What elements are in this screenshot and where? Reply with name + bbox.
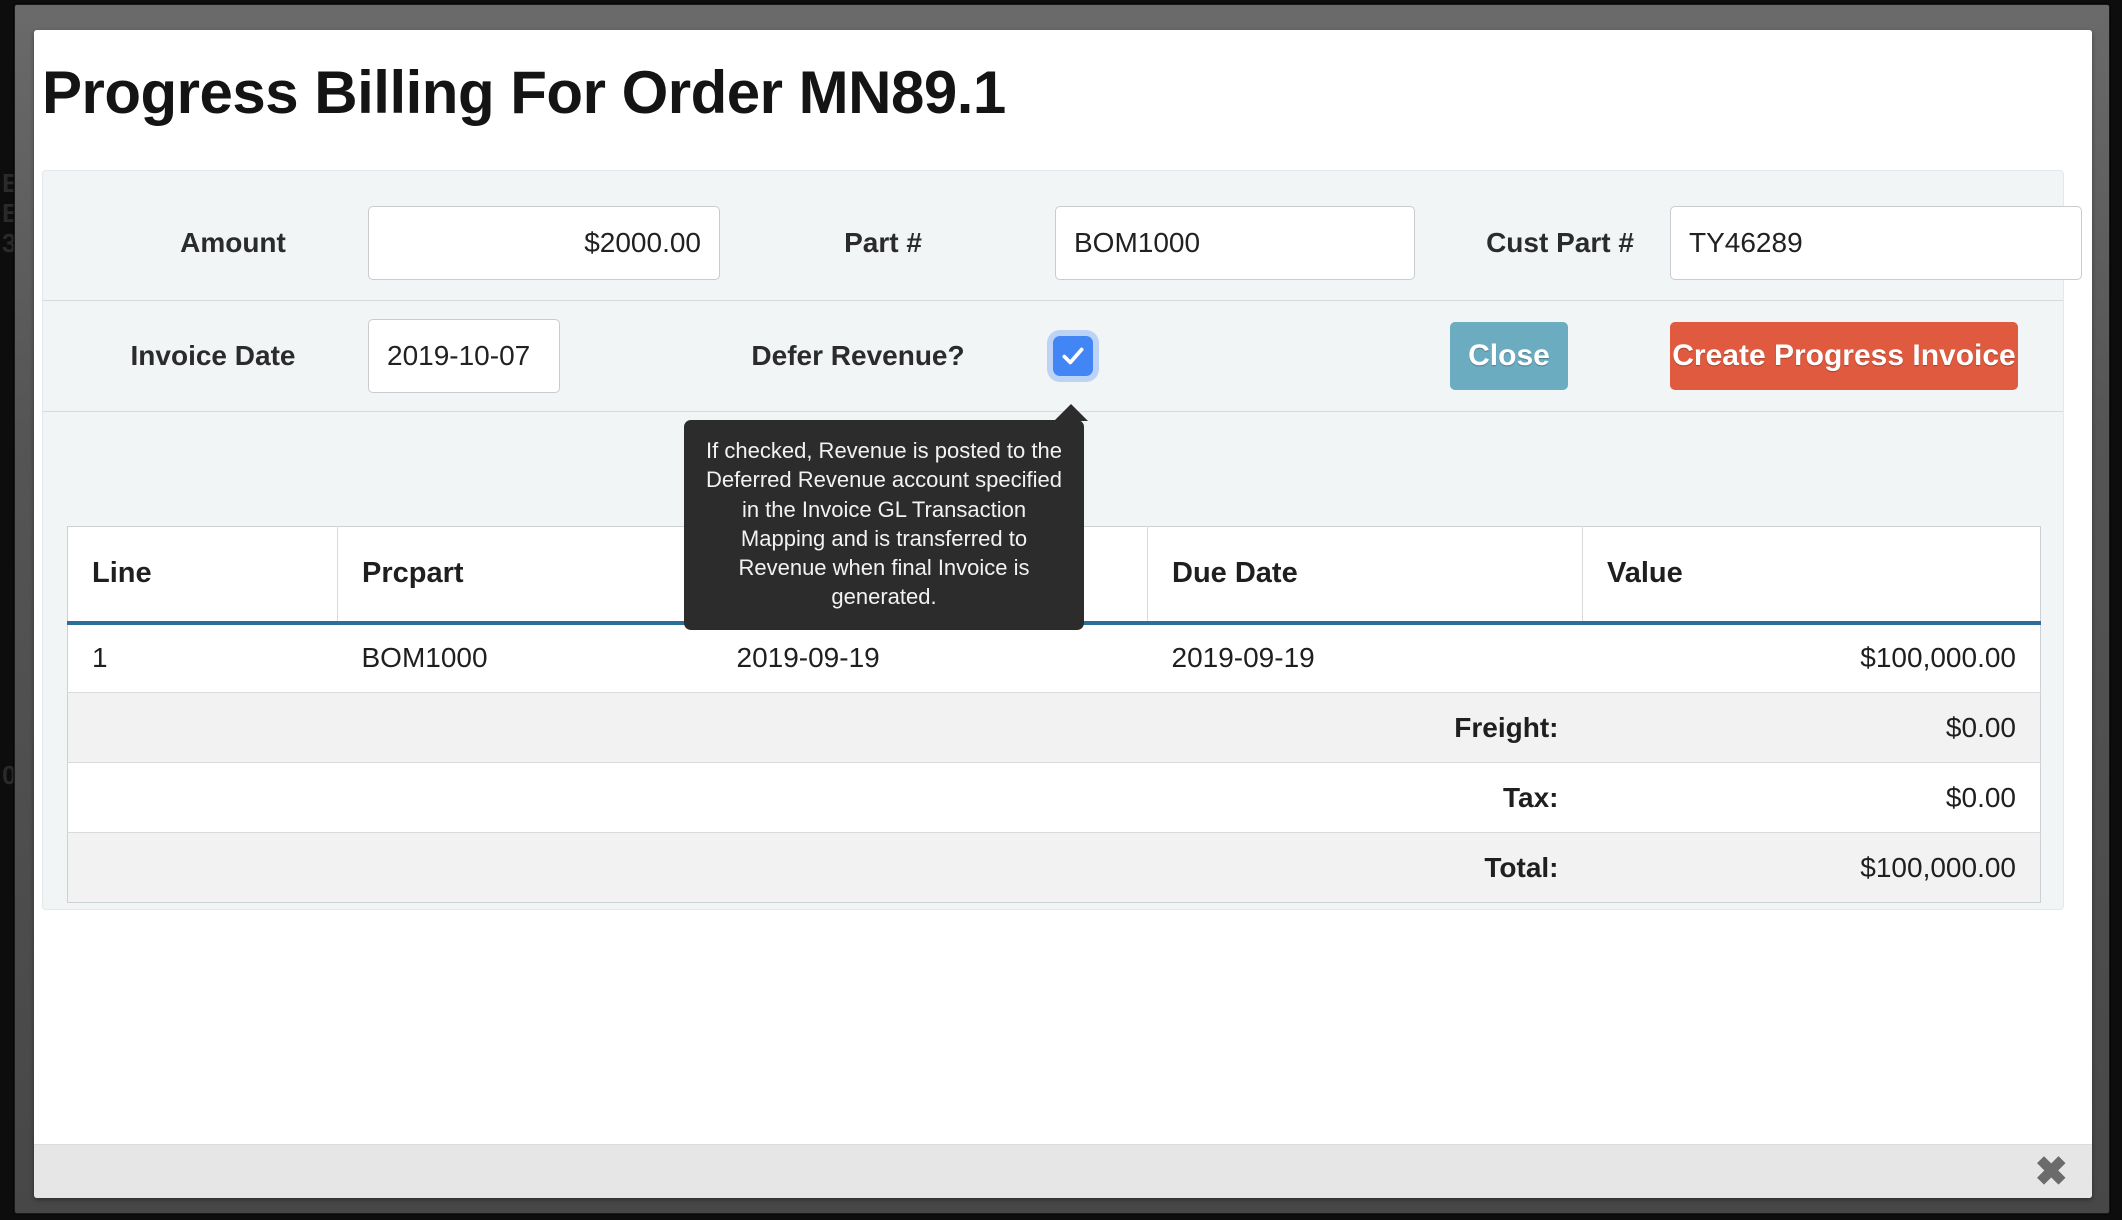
column-header-value[interactable]: Value — [1582, 526, 2041, 625]
amount-input[interactable]: $2000.00 — [368, 206, 720, 280]
summary-spacer — [337, 832, 713, 903]
cust-part-number-input[interactable]: TY46289 — [1670, 206, 2082, 280]
column-header-prcpart[interactable]: Prcpart — [337, 526, 713, 625]
total-value: $100,000.00 — [1582, 832, 2041, 903]
cust-part-number-label: Cust Part # — [1486, 227, 1634, 258]
invoice-date-label: Invoice Date — [130, 340, 296, 371]
tooltip-arrow-icon — [1054, 404, 1088, 421]
part-number-label: Part # — [844, 227, 922, 258]
page-title: Progress Billing For Order MN89.1 — [42, 59, 1006, 126]
summary-spacer — [712, 692, 1148, 763]
summary-row-freight: Freight: $0.00 — [67, 692, 2041, 763]
tooltip-text: If checked, Revenue is posted to the Def… — [706, 438, 1062, 610]
defer-revenue-tooltip: If checked, Revenue is posted to the Def… — [684, 404, 1088, 630]
close-button[interactable]: Close — [1450, 322, 1568, 390]
part-number-input[interactable]: BOM1000 — [1055, 206, 1415, 280]
modal-body: Progress Billing For Order MN89.1 Amount… — [34, 30, 2092, 1144]
summary-spacer — [337, 692, 713, 763]
total-label: Total: — [1147, 832, 1583, 903]
summary-spacer — [67, 762, 338, 833]
summary-spacer — [712, 762, 1148, 833]
summary-spacer — [67, 692, 338, 763]
defer-revenue-label: Defer Revenue? — [751, 340, 965, 371]
close-icon[interactable]: ✖ — [2034, 1152, 2068, 1192]
amount-label: Amount — [180, 227, 286, 258]
summary-spacer — [67, 832, 338, 903]
cell-ship-date: 2019-09-19 — [712, 622, 1148, 693]
cell-line: 1 — [67, 622, 338, 693]
form-row-secondary: Invoice Date 2019-10-07 Defer Revenue? C… — [43, 300, 2063, 412]
progress-billing-modal: Progress Billing For Order MN89.1 Amount… — [34, 30, 2092, 1198]
summary-spacer — [712, 832, 1148, 903]
modal-footer: ✖ — [34, 1144, 2092, 1198]
freight-label: Freight: — [1147, 692, 1583, 763]
form-row-primary: Amount $2000.00 Part # BOM1000 Cust Part… — [43, 187, 2082, 299]
summary-spacer — [337, 762, 713, 833]
table-row[interactable]: 1 BOM1000 2019-09-19 2019-09-19 $100,000… — [67, 622, 2041, 693]
tax-value: $0.00 — [1582, 762, 2041, 833]
defer-revenue-checkbox[interactable] — [1053, 336, 1093, 376]
column-header-due-date[interactable]: Due Date — [1147, 526, 1583, 625]
table-body: 1 BOM1000 2019-09-19 2019-09-19 $100,000… — [67, 622, 2041, 903]
freight-value: $0.00 — [1582, 692, 2041, 763]
summary-row-tax: Tax: $0.00 — [67, 762, 2041, 833]
cell-prcpart: BOM1000 — [337, 622, 713, 693]
invoice-date-input[interactable]: 2019-10-07 — [368, 319, 560, 393]
cell-value: $100,000.00 — [1582, 622, 2041, 693]
check-icon — [1060, 343, 1086, 369]
cell-due-date: 2019-09-19 — [1147, 622, 1583, 693]
summary-row-total: Total: $100,000.00 — [67, 832, 2041, 903]
column-header-line[interactable]: Line — [67, 526, 338, 625]
tax-label: Tax: — [1147, 762, 1583, 833]
create-progress-invoice-button[interactable]: Create Progress Invoice — [1670, 322, 2018, 390]
